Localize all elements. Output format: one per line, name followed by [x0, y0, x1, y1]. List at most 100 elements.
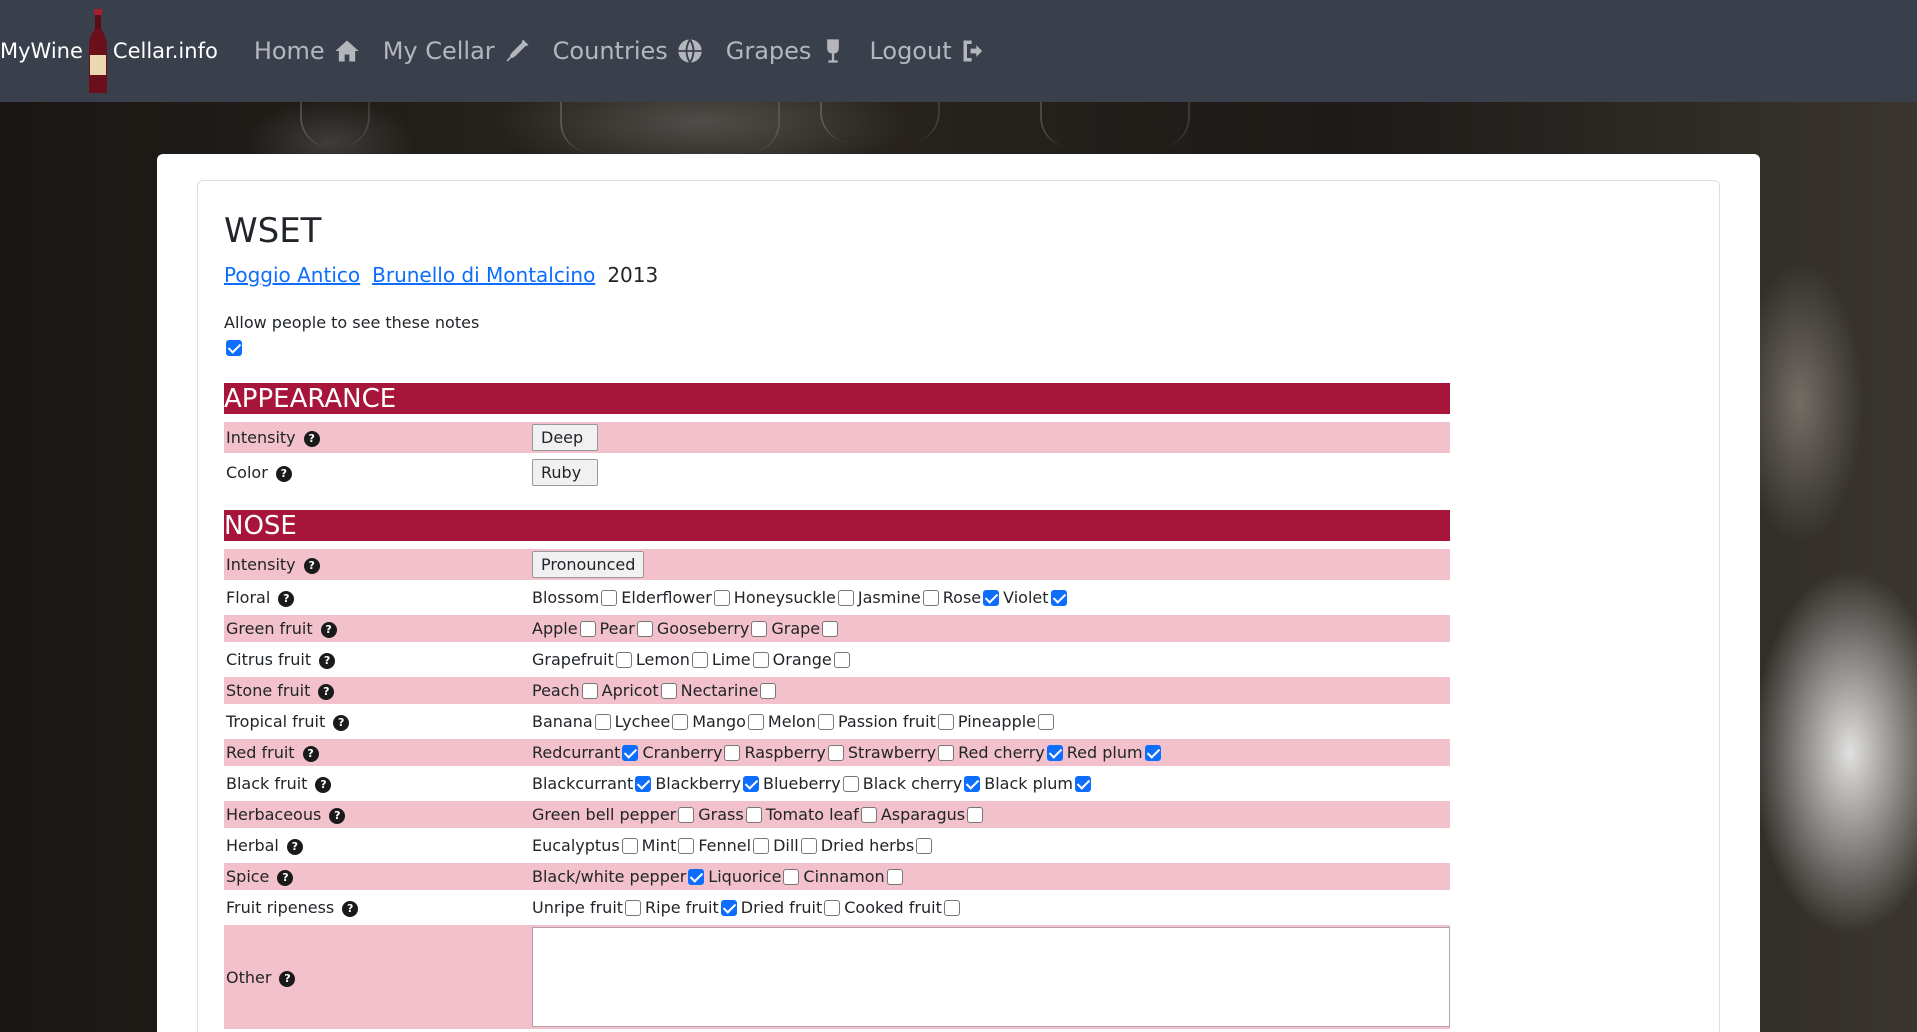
aroma-checkbox[interactable]	[817, 714, 834, 730]
aroma-option-label: Lemon	[635, 650, 690, 669]
nav-countries[interactable]: Countries	[553, 37, 704, 65]
help-icon[interactable]: ?	[320, 622, 337, 638]
aroma-checkbox[interactable]	[601, 590, 618, 606]
aroma-option: Pear	[600, 619, 657, 638]
nav-logout-label: Logout	[869, 37, 952, 65]
appearance-intensity-select[interactable]: Deep	[532, 424, 598, 451]
help-icon[interactable]: ?	[279, 970, 296, 987]
help-icon[interactable]: ?	[318, 684, 335, 700]
aroma-checkbox[interactable]	[937, 714, 954, 730]
producer-link[interactable]: Poggio Antico	[224, 263, 360, 287]
glass-shape	[820, 102, 940, 142]
aroma-checkbox[interactable]	[824, 900, 841, 916]
nav-home[interactable]: Home	[254, 37, 361, 65]
aroma-checkbox[interactable]	[938, 745, 955, 761]
aroma-checkbox[interactable]	[636, 621, 653, 637]
aroma-option-label: Strawberry	[847, 743, 937, 762]
aroma-checkbox[interactable]	[783, 869, 800, 885]
nav-logout[interactable]: Logout	[869, 37, 987, 65]
nav-my-cellar[interactable]: My Cellar	[383, 37, 531, 65]
aroma-option-label: Passion fruit	[837, 712, 936, 731]
aroma-checkbox[interactable]	[983, 590, 1000, 606]
help-icon[interactable]: ?	[329, 808, 346, 824]
aroma-checkbox[interactable]	[672, 714, 689, 730]
aroma-checkbox[interactable]	[964, 776, 981, 792]
aroma-option-label: Nectarine	[680, 681, 759, 700]
aroma-checkbox[interactable]	[827, 745, 844, 761]
aroma-checkbox[interactable]	[594, 714, 611, 730]
aroma-option: Cinnamon	[803, 867, 906, 886]
aroma-checkbox[interactable]	[678, 838, 695, 854]
aroma-checkbox[interactable]	[1144, 745, 1161, 761]
aroma-checkbox[interactable]	[742, 776, 759, 792]
nose-row: Red fruit? Redcurrant Cranberry Raspberry St…	[224, 739, 1450, 766]
aroma-checkbox[interactable]	[760, 683, 777, 699]
aroma-checkbox[interactable]	[660, 683, 677, 699]
aroma-option: Asparagus	[881, 805, 987, 824]
aroma-checkbox[interactable]	[751, 621, 768, 637]
home-icon	[335, 40, 359, 62]
aroma-checkbox[interactable]	[615, 652, 632, 668]
aroma-checkbox[interactable]	[837, 590, 854, 606]
nose-intensity-label: Intensity	[226, 555, 296, 574]
aroma-checkbox[interactable]	[745, 807, 762, 823]
help-icon[interactable]: ?	[278, 591, 295, 607]
appearance-row-intensity: Intensity? Deep	[224, 422, 1450, 453]
help-icon[interactable]: ?	[315, 777, 332, 793]
help-icon[interactable]: ?	[342, 901, 359, 917]
aroma-checkbox[interactable]	[622, 745, 639, 761]
aroma-checkbox[interactable]	[713, 590, 730, 606]
aroma-checkbox[interactable]	[688, 869, 705, 885]
aroma-checkbox[interactable]	[922, 590, 939, 606]
aroma-checkbox[interactable]	[800, 838, 817, 854]
aroma-option: Cooked fruit	[844, 898, 964, 917]
aroma-checkbox[interactable]	[860, 807, 877, 823]
share-notes-checkbox[interactable]	[226, 340, 242, 356]
aroma-checkbox[interactable]	[916, 838, 933, 854]
aroma-checkbox[interactable]	[886, 869, 903, 885]
aroma-option-label: Redcurrant	[532, 743, 621, 762]
aroma-checkbox[interactable]	[625, 900, 642, 916]
appearance-intensity-label: Intensity	[226, 428, 296, 447]
wset-card: WSET Poggio Antico Brunello di Montalcin…	[197, 180, 1720, 1032]
aroma-option-label: Banana	[532, 712, 593, 731]
aroma-checkbox[interactable]	[822, 621, 839, 637]
nose-intensity-select[interactable]: Pronounced	[532, 551, 645, 578]
aroma-checkbox[interactable]	[943, 900, 960, 916]
aroma-checkbox[interactable]	[747, 714, 764, 730]
help-icon[interactable]: ?	[303, 431, 320, 447]
help-icon[interactable]: ?	[277, 870, 294, 886]
aroma-option: Raspberry	[744, 743, 847, 762]
aroma-checkbox[interactable]	[720, 900, 737, 916]
aroma-checkbox[interactable]	[1074, 776, 1091, 792]
help-icon[interactable]: ?	[333, 715, 350, 731]
aroma-checkbox[interactable]	[1050, 590, 1067, 606]
aroma-checkbox[interactable]	[967, 807, 984, 823]
aroma-checkbox[interactable]	[1046, 745, 1063, 761]
aroma-checkbox[interactable]	[579, 621, 596, 637]
aroma-checkbox[interactable]	[581, 683, 598, 699]
aroma-checkbox[interactable]	[752, 652, 769, 668]
appearance-color-select[interactable]: Ruby	[532, 459, 598, 486]
help-icon[interactable]: ?	[302, 746, 319, 762]
brand-logo[interactable]: MyWine Cellar.info	[0, 0, 218, 102]
aroma-checkbox[interactable]	[842, 776, 859, 792]
aroma-checkbox[interactable]	[833, 652, 850, 668]
help-icon[interactable]: ?	[275, 466, 292, 482]
aroma-checkbox[interactable]	[1038, 714, 1055, 730]
aroma-option: Blueberry	[763, 774, 863, 793]
aroma-checkbox[interactable]	[724, 745, 741, 761]
appearance-heading: APPEARANCE	[224, 383, 1450, 414]
help-icon[interactable]: ?	[286, 839, 303, 855]
aroma-checkbox[interactable]	[753, 838, 770, 854]
aroma-checkbox[interactable]	[678, 807, 695, 823]
aroma-option-label: Black/white pepper	[532, 867, 687, 886]
nav-grapes[interactable]: Grapes	[726, 37, 848, 65]
wine-link[interactable]: Brunello di Montalcino	[372, 263, 595, 287]
nose-other-textarea[interactable]	[532, 927, 1450, 1027]
help-icon[interactable]: ?	[319, 653, 336, 669]
help-icon[interactable]: ?	[303, 558, 320, 574]
aroma-checkbox[interactable]	[621, 838, 638, 854]
aroma-checkbox[interactable]	[691, 652, 708, 668]
aroma-checkbox[interactable]	[635, 776, 652, 792]
